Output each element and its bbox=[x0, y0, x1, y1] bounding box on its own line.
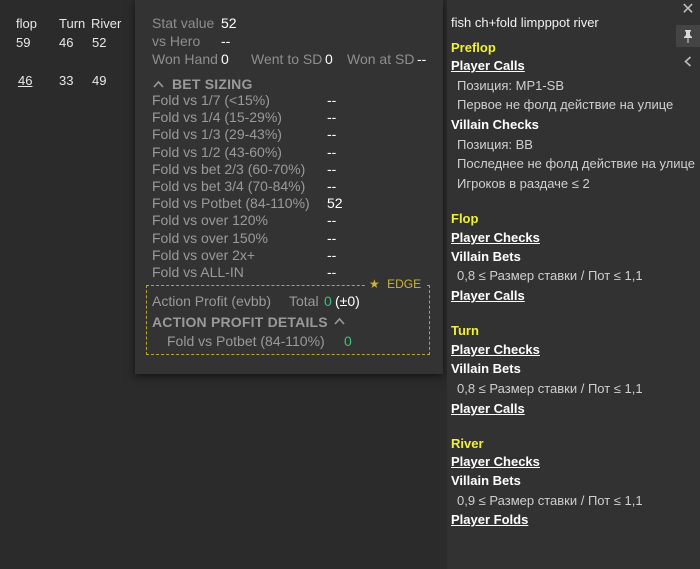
action-villain: Villain Bets bbox=[451, 473, 521, 488]
detail-value: 0 bbox=[344, 333, 352, 349]
detail-label: Fold vs Potbet (84-110%) bbox=[167, 333, 325, 349]
action-player[interactable]: Player Folds bbox=[451, 512, 528, 527]
condition: 0,8 ≤ Размер ставки / Пот ≤ 1,1 bbox=[457, 381, 643, 396]
star-icon: ★ bbox=[369, 277, 380, 291]
won-hand-value: 0 bbox=[221, 51, 229, 67]
bet-sizing-row-value: -- bbox=[327, 178, 337, 194]
won-hand-label: Won Hand bbox=[152, 51, 218, 67]
chevron-up-icon bbox=[153, 80, 164, 88]
action-villain: Villain Bets bbox=[451, 249, 521, 264]
condition: Позиция: BB bbox=[457, 137, 533, 152]
bet-sizing-row-value: -- bbox=[327, 92, 337, 108]
bet-sizing-row-value: 52 bbox=[327, 195, 343, 212]
won-sd-label: Won at SD bbox=[347, 51, 415, 67]
bet-sizing-title: BET SIZING bbox=[172, 76, 253, 92]
street-preflop: Preflop bbox=[451, 40, 496, 55]
stat-value-label: Stat value bbox=[152, 15, 215, 31]
panel-title: fish ch+fold limpppot river bbox=[451, 15, 599, 30]
stat-cell-selected[interactable]: 46 bbox=[18, 73, 32, 88]
col-header-flop: flop bbox=[16, 16, 37, 31]
stat-cell[interactable]: 33 bbox=[59, 73, 73, 88]
street-river: River bbox=[451, 436, 484, 451]
bet-sizing-row-value: -- bbox=[327, 212, 337, 229]
total-value: 0 bbox=[324, 293, 332, 309]
chevron-up-icon[interactable] bbox=[334, 317, 345, 325]
vs-hero-value: -- bbox=[221, 33, 231, 49]
action-player[interactable]: Player Checks bbox=[451, 454, 540, 469]
bet-sizing-row-label: Fold vs Potbet (84-110%) bbox=[152, 195, 310, 212]
bet-sizing-row-label: Fold vs 1/3 (29-43%) bbox=[152, 126, 282, 143]
action-player[interactable]: Player Checks bbox=[451, 342, 540, 357]
action-player[interactable]: Player Calls bbox=[451, 288, 525, 303]
street-turn: Turn bbox=[451, 323, 479, 338]
bet-sizing-row-label: Fold vs bet 2/3 (60-70%) bbox=[152, 160, 306, 177]
action-player[interactable]: Player Checks bbox=[451, 230, 540, 245]
condition: 0,8 ≤ Размер ставки / Пот ≤ 1,1 bbox=[457, 268, 643, 283]
bet-sizing-row-label: Fold vs over 2x+ bbox=[152, 246, 256, 263]
edge-legend: ★ EDGE bbox=[365, 277, 426, 291]
bet-sizing-row-value: -- bbox=[327, 143, 337, 160]
vs-hero-label: vs Hero bbox=[152, 33, 201, 49]
bet-sizing-row-label: Fold vs 1/7 (<15%) bbox=[152, 92, 270, 108]
bet-sizing-row-value: -- bbox=[327, 126, 337, 143]
pin-icon bbox=[684, 30, 692, 43]
chevron-left-icon bbox=[684, 55, 692, 67]
bet-sizing-row-value: -- bbox=[327, 264, 337, 280]
bet-sizing-row-label: Fold vs 1/2 (43-60%) bbox=[152, 143, 282, 160]
pin-button[interactable] bbox=[676, 25, 700, 47]
edge-label: EDGE bbox=[387, 277, 422, 291]
street-flop: Flop bbox=[451, 211, 479, 226]
col-header-river: River bbox=[91, 16, 122, 31]
action-player[interactable]: Player Calls bbox=[451, 401, 525, 416]
condition: Игроков в раздаче ≤ 2 bbox=[457, 176, 590, 191]
close-button[interactable]: ✕ bbox=[676, 0, 700, 22]
stat-value: 52 bbox=[221, 15, 237, 31]
won-sd-value: -- bbox=[417, 51, 427, 67]
total-delta: (±0) bbox=[335, 293, 360, 309]
condition: Первое не фолд действие на улице bbox=[457, 97, 674, 112]
action-player[interactable]: Player Calls bbox=[451, 58, 525, 73]
bet-sizing-row-label: Fold vs over 150% bbox=[152, 229, 268, 246]
condition: Позиция: MP1-SB bbox=[457, 78, 565, 93]
bet-sizing-row-value: -- bbox=[327, 160, 337, 177]
bet-sizing-row-label: Fold vs over 120% bbox=[152, 212, 268, 229]
action-profit-label: Action Profit (evbb) bbox=[152, 293, 272, 309]
bet-sizing-row-label: Fold vs bet 3/4 (70-84%) bbox=[152, 178, 306, 194]
bet-sizing-row-value: -- bbox=[327, 229, 337, 246]
went-sd-label: Went to SD bbox=[251, 51, 323, 67]
condition: 0,9 ≤ Размер ставки / Пот ≤ 1,1 bbox=[457, 493, 643, 508]
stat-cell[interactable]: 49 bbox=[92, 73, 106, 88]
went-sd-value: 0 bbox=[325, 51, 333, 67]
bet-sizing-header[interactable]: BET SIZING bbox=[153, 76, 253, 92]
col-header-turn: Turn bbox=[59, 16, 86, 31]
total-label: Total bbox=[289, 293, 319, 309]
bet-sizing-row-value: -- bbox=[327, 246, 337, 263]
bet-sizing-row-label: Fold vs ALL-IN bbox=[152, 264, 244, 280]
bet-sizing-row-value: -- bbox=[327, 109, 337, 126]
condition: Последнее не фолд действие на улице bbox=[457, 156, 696, 171]
bet-sizing-row-label: Fold vs 1/4 (15-29%) bbox=[152, 109, 282, 126]
mini-stat-table: flop Turn River 59 46 52 46 33 49 bbox=[0, 0, 140, 569]
stat-cell[interactable]: 59 bbox=[16, 35, 30, 50]
stat-cell[interactable]: 46 bbox=[59, 35, 73, 50]
stat-cell[interactable]: 52 bbox=[92, 35, 106, 50]
filter-panel: fish ch+fold limpppot river ✕ Preflop Pl… bbox=[447, 0, 700, 569]
action-villain: Villain Bets bbox=[451, 361, 521, 376]
collapse-button[interactable] bbox=[676, 50, 700, 72]
stat-popup: Stat value 52 vs Hero -- Won Hand 0 Went… bbox=[135, 0, 443, 374]
action-villain: Villain Checks bbox=[451, 117, 539, 132]
action-profit-details-header[interactable]: ACTION PROFIT DETAILS bbox=[152, 314, 328, 330]
close-icon: ✕ bbox=[681, 1, 695, 18]
